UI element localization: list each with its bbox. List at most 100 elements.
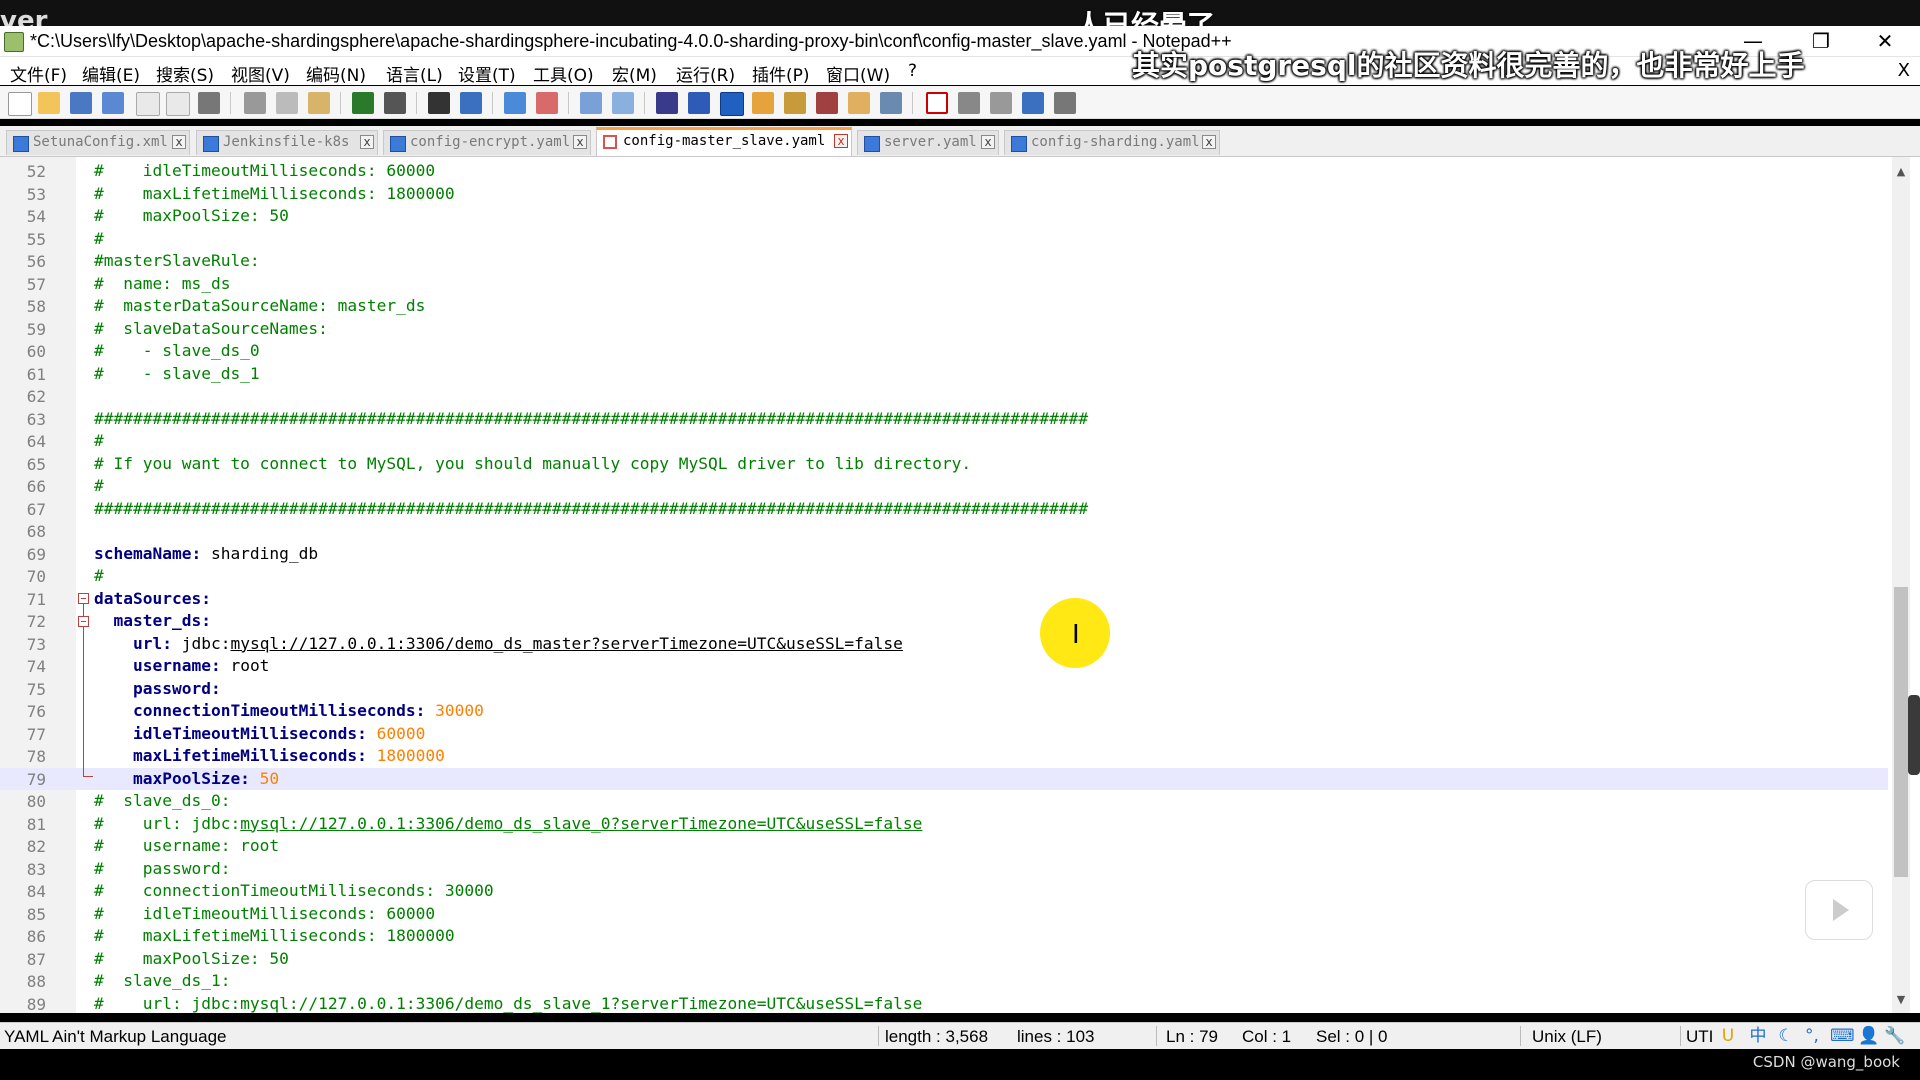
vertical-scrollbar[interactable]: ▲ ▼ <box>1892 157 1910 1013</box>
menu-help[interactable]: ? <box>908 61 917 81</box>
code-line[interactable]: 59 # slaveDataSourceNames: <box>0 318 1888 341</box>
print-icon[interactable] <box>198 92 220 114</box>
code-line[interactable]: 57 # name: ms_ds <box>0 273 1888 296</box>
monitoring-icon[interactable] <box>880 92 902 114</box>
code-line[interactable]: 83 # password: <box>0 858 1888 881</box>
code-line[interactable]: 89 # url: jdbc:mysql://127.0.0.1:3306/dem… <box>0 993 1888 1014</box>
document-map-icon[interactable] <box>784 92 806 114</box>
sync-horizontal-icon[interactable] <box>612 92 634 114</box>
code-line[interactable]: 76 connectionTimeoutMilliseconds: 30000 <box>0 700 1888 723</box>
new-file-icon[interactable] <box>8 92 32 116</box>
code-line[interactable]: 54 # maxPoolSize: 50 <box>0 205 1888 228</box>
code-editor[interactable]: 52 # idleTimeoutMilliseconds: 60000 53 # ma… <box>0 157 1920 1013</box>
code-line[interactable]: 64 # <box>0 430 1888 453</box>
menu-edit[interactable]: 编辑(E) <box>82 61 140 86</box>
code-line[interactable]: 80 # slave_ds_0: <box>0 790 1888 813</box>
record-macro-icon[interactable] <box>926 92 948 114</box>
copy-icon[interactable] <box>276 92 298 114</box>
code-line[interactable]: 56 #masterSlaveRule: <box>0 250 1888 273</box>
scroll-down-icon[interactable]: ▼ <box>1892 991 1910 1009</box>
code-line[interactable]: 52 # idleTimeoutMilliseconds: 60000 <box>0 160 1888 183</box>
code-line[interactable]: 68 <box>0 520 1888 543</box>
save-icon[interactable] <box>70 92 92 114</box>
code-line[interactable]: 84 # connectionTimeoutMilliseconds: 30000 <box>0 880 1888 903</box>
code-line[interactable]: 87 # maxPoolSize: 50 <box>0 948 1888 971</box>
menu-encoding[interactable]: 编码(N) <box>306 61 366 86</box>
code-line[interactable]: 55 # <box>0 228 1888 251</box>
menu-language[interactable]: 语言(L) <box>386 61 443 86</box>
sync-vertical-icon[interactable] <box>580 92 602 114</box>
folder-as-workspace-icon[interactable] <box>848 92 870 114</box>
show-all-characters-icon[interactable] <box>688 92 710 114</box>
menu-plugins[interactable]: 插件(P) <box>752 61 810 86</box>
paste-icon[interactable] <box>308 92 330 114</box>
word-wrap-icon[interactable] <box>656 92 678 114</box>
code-line[interactable]: 63 ######################################… <box>0 408 1888 431</box>
menu-file[interactable]: 文件(F) <box>10 61 67 86</box>
code-line[interactable]: 66 # <box>0 475 1888 498</box>
close-button[interactable]: ✕ <box>1862 28 1908 54</box>
code-line[interactable]: 75 password: <box>0 678 1888 701</box>
code-line[interactable]: 61 # - slave_ds_1 <box>0 363 1888 386</box>
code-line[interactable]: 81 # url: jdbc:mysql://127.0.0.1:3306/dem… <box>0 813 1888 836</box>
ime-logo-icon[interactable]: U <box>1718 1026 1738 1046</box>
code-line[interactable]: 88 # slave_ds_1: <box>0 970 1888 993</box>
ime-keyboard-icon[interactable]: ⌨ <box>1830 1026 1855 1046</box>
tab-config-sharding[interactable]: config-sharding.yaml x <box>1004 130 1220 155</box>
function-list-icon[interactable] <box>816 92 838 114</box>
jdbc-url-link[interactable]: mysql://127.0.0.1:3306/demo_ds_master?se… <box>230 634 902 653</box>
tab-close-icon[interactable]: x <box>172 135 186 149</box>
open-file-icon[interactable] <box>38 92 60 114</box>
side-panel-handle[interactable] <box>1908 695 1920 775</box>
tab-close-icon[interactable]: x <box>360 135 374 149</box>
redo-icon[interactable] <box>384 92 406 114</box>
fold-toggle-master-ds[interactable] <box>78 616 89 627</box>
find-icon[interactable] <box>428 92 450 114</box>
code-line[interactable]: 72 master_ds: <box>0 610 1888 633</box>
indent-guide-icon[interactable] <box>720 92 744 116</box>
scrollbar-thumb[interactable] <box>1894 587 1908 877</box>
tab-config-encrypt[interactable]: config-encrypt.yaml x <box>383 130 591 155</box>
menu-settings[interactable]: 设置(T) <box>458 61 516 86</box>
restore-button[interactable]: ❐ <box>1798 28 1844 54</box>
code-line[interactable]: 65 # If you want to connect to MySQL, you… <box>0 453 1888 476</box>
replace-icon[interactable] <box>460 92 482 114</box>
fold-toggle-datasources[interactable] <box>78 593 89 604</box>
scroll-up-icon[interactable]: ▲ <box>1892 163 1910 181</box>
code-line[interactable]: 53 # maxLifetimeMilliseconds: 1800000 <box>0 183 1888 206</box>
code-line[interactable]: 85 # idleTimeoutMilliseconds: 60000 <box>0 903 1888 926</box>
tab-config-master-slave[interactable]: config-master_slave.yaml x <box>596 127 852 156</box>
menu-run[interactable]: 运行(R) <box>676 61 735 86</box>
code-line[interactable]: 58 # masterDataSourceName: master_ds <box>0 295 1888 318</box>
code-line[interactable]: 86 # maxLifetimeMilliseconds: 1800000 <box>0 925 1888 948</box>
menu-macro[interactable]: 宏(M) <box>612 61 657 86</box>
code-line[interactable]: 67 ######################################… <box>0 498 1888 521</box>
menu-search[interactable]: 搜索(S) <box>156 61 214 86</box>
code-line[interactable]: 79 maxPoolSize: 50 <box>0 767 1888 790</box>
undo-icon[interactable] <box>352 92 374 114</box>
play-macro-icon[interactable] <box>990 92 1012 114</box>
save-all-icon[interactable] <box>102 92 124 114</box>
stop-macro-icon[interactable] <box>958 92 980 114</box>
code-line[interactable]: 82 # username: root <box>0 835 1888 858</box>
code-line[interactable]: 62 <box>0 385 1888 408</box>
code-line[interactable]: 69 schemaName: sharding_db <box>0 543 1888 566</box>
tab-close-icon[interactable]: x <box>981 135 995 149</box>
code-line[interactable]: 74 username: root <box>0 655 1888 678</box>
zoom-out-icon[interactable] <box>536 92 558 114</box>
menu-tools[interactable]: 工具(O) <box>533 61 594 86</box>
code-line[interactable]: 73 url: jdbc:mysql://127.0.0.1:3306/demo… <box>0 633 1888 656</box>
zoom-in-icon[interactable] <box>504 92 526 114</box>
tab-close-icon[interactable]: x <box>573 135 587 149</box>
video-play-icon[interactable] <box>1805 880 1873 940</box>
run-macro-multiple-icon[interactable] <box>1022 92 1044 114</box>
code-line[interactable]: 60 # - slave_ds_0 <box>0 340 1888 363</box>
close-file-icon[interactable] <box>136 92 160 116</box>
ime-halfwidth-icon[interactable]: ☾ <box>1776 1026 1796 1046</box>
ime-punctuation-icon[interactable]: °, <box>1802 1026 1822 1046</box>
menu-window[interactable]: 窗口(W) <box>826 61 890 86</box>
save-macro-icon[interactable] <box>1054 92 1076 114</box>
code-line[interactable]: 70 # <box>0 565 1888 588</box>
language-define-icon[interactable] <box>752 92 774 114</box>
close-all-icon[interactable] <box>166 92 190 116</box>
